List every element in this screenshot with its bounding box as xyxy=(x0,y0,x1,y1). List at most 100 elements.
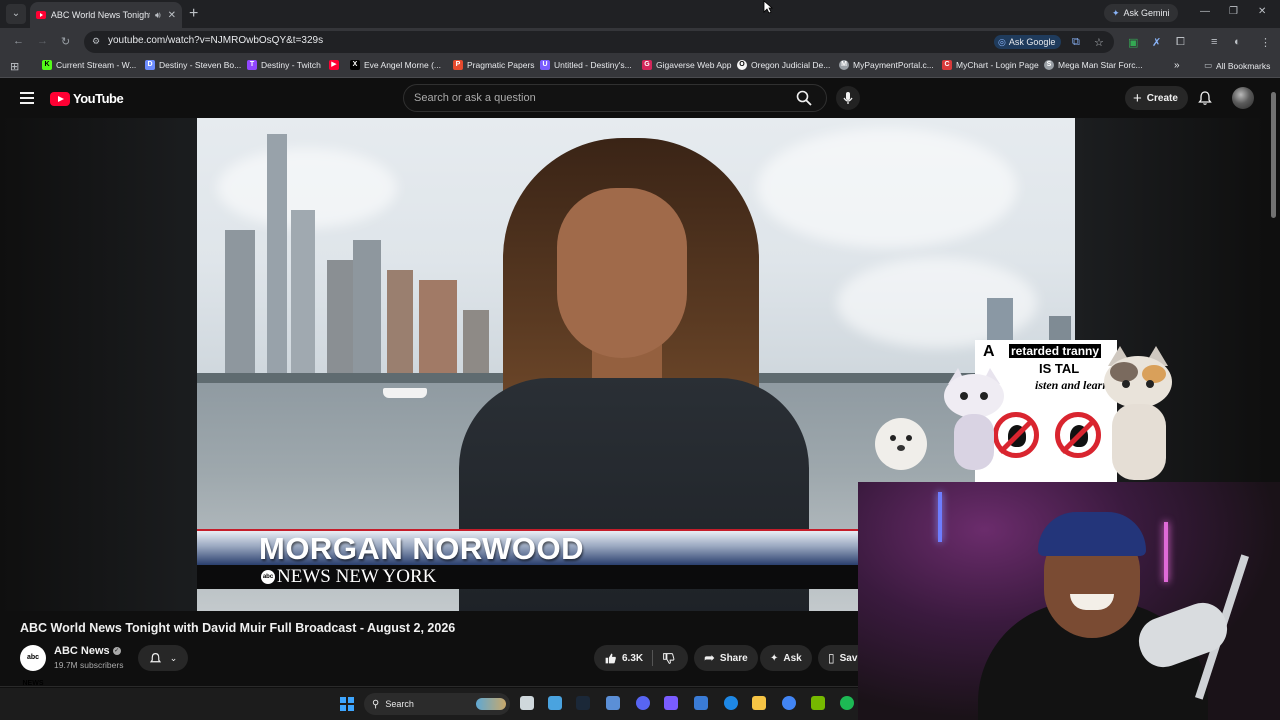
bookmark-item[interactable]: D Destiny - Steven Bo... xyxy=(145,60,241,70)
twitch-icon: T xyxy=(247,60,257,70)
oregon-judicial-icon: O xyxy=(737,60,747,70)
edge-icon[interactable] xyxy=(724,696,738,710)
channel-name[interactable]: ABC News ✓ xyxy=(54,645,121,657)
bookmark-item[interactable]: P Pragmatic Papers xyxy=(453,60,535,70)
bookmark-item[interactable]: C MyChart - Login Page xyxy=(942,60,1039,70)
new-tab-button[interactable]: + xyxy=(189,4,198,24)
all-bookmarks-button[interactable]: ▭ All Bookmarks xyxy=(1204,60,1270,71)
bookmark-item[interactable]: G Gigaverse Web App xyxy=(642,60,731,70)
youtube-play-icon xyxy=(50,91,70,106)
youtube-icon: ▶ xyxy=(329,60,339,70)
steam-icon[interactable] xyxy=(576,696,590,710)
bookmark-item[interactable]: O Oregon Judicial De... xyxy=(737,60,830,70)
search-box[interactable] xyxy=(403,84,827,112)
apps-grid-icon[interactable]: ⊞ xyxy=(10,60,19,73)
ask-google-label: Ask Google xyxy=(1008,37,1056,47)
nvidia-icon[interactable] xyxy=(811,696,825,710)
file-explorer-icon[interactable] xyxy=(752,696,766,710)
extensions-puzzle-icon[interactable]: ⧠ xyxy=(1176,36,1185,49)
channel-avatar[interactable]: abc NEWS xyxy=(20,645,46,687)
youtube-favicon-icon xyxy=(36,11,46,19)
photos-icon[interactable] xyxy=(606,696,620,710)
extension-green-icon[interactable]: ▣ xyxy=(1128,36,1138,49)
subscriber-count: 19.7M subscribers xyxy=(54,660,124,670)
back-arrow-icon[interactable]: ← xyxy=(13,35,24,47)
minimize-icon[interactable]: — xyxy=(1200,6,1210,17)
bookmarks-bar: ⊞ K Current Stream - W... D Destiny - Stev… xyxy=(0,56,1280,78)
bookmark-item[interactable]: ▶ xyxy=(329,60,339,70)
lower-third-name: MORGAN NORWOOD xyxy=(259,531,585,566)
bookmark-item[interactable]: U Untitled - Destiny's... xyxy=(540,60,632,70)
bookmark-item[interactable]: X Eve Angel Morne (... xyxy=(350,60,441,70)
task-view-icon[interactable] xyxy=(520,696,534,710)
youtube-wordmark: YouTube xyxy=(73,91,124,106)
bookmark-item[interactable]: M MyPaymentPortal.c... xyxy=(839,60,934,70)
share-button[interactable]: ➦ Share xyxy=(694,645,758,671)
profile-icon[interactable]: ◐ xyxy=(1234,36,1241,48)
like-dislike-group: 6.3K xyxy=(594,645,688,671)
spotify-icon[interactable] xyxy=(840,696,854,710)
tab-audio-icon[interactable]: 🔊︎ xyxy=(155,10,161,21)
globe-icon: M xyxy=(839,60,849,70)
forward-arrow-icon[interactable]: → xyxy=(37,35,48,47)
address-bar[interactable]: ⚙ youtube.com/watch?v=NJMROwbOsQY&t=329s… xyxy=(84,31,1114,53)
tab-search-button[interactable]: ⌄ xyxy=(6,4,26,24)
windows-start-icon[interactable] xyxy=(340,697,354,711)
ask-gemini-button[interactable]: ✦ Ask Gemini xyxy=(1104,4,1178,22)
translate-icon[interactable]: ⧉ xyxy=(1072,36,1080,49)
reload-icon[interactable]: ↻ xyxy=(61,35,70,48)
youtube-logo[interactable]: YouTube xyxy=(50,91,124,106)
page-scrollbar-thumb[interactable] xyxy=(1271,92,1276,218)
ask-gemini-label: Ask Gemini xyxy=(1123,8,1170,18)
news-lower-third: MORGAN NORWOOD abc NEWS NEW YORK xyxy=(197,529,858,593)
like-count: 6.3K xyxy=(622,652,644,664)
bookmark-item[interactable]: T Destiny - Twitch xyxy=(247,60,321,70)
search-input[interactable] xyxy=(414,90,784,106)
extension-blue-icon[interactable]: ✗ xyxy=(1152,36,1161,49)
lower-third-location: NEWS NEW YORK xyxy=(277,566,437,587)
voice-search-button[interactable] xyxy=(836,86,860,110)
restore-icon[interactable]: ❐ xyxy=(1229,6,1238,17)
chevron-down-icon: ⌄ xyxy=(169,652,178,663)
save-button[interactable]: ▯ Sav xyxy=(818,645,858,671)
abc-logo: abc xyxy=(261,570,275,584)
bookmark-item[interactable]: K Current Stream - W... xyxy=(42,60,136,70)
white-dog-sticker-icon xyxy=(875,418,927,470)
search-icon[interactable] xyxy=(796,90,812,106)
create-button[interactable]: + Create xyxy=(1125,86,1188,110)
mouse-cursor-icon xyxy=(763,0,773,14)
window-close-icon[interactable]: ✕ xyxy=(1258,6,1266,17)
widgets-icon[interactable] xyxy=(548,696,562,710)
vpn-icon[interactable] xyxy=(694,696,708,710)
microphone-icon xyxy=(843,92,853,104)
globe-icon: S xyxy=(1044,60,1054,70)
chrome-icon[interactable] xyxy=(782,696,796,710)
taskbar-search-icon: ⚲ xyxy=(372,698,380,710)
taskbar-search[interactable]: ⚲ Search xyxy=(364,693,510,715)
bookmark-item[interactable]: S Mega Man Star Forc... xyxy=(1044,60,1143,70)
bell-icon xyxy=(149,652,161,662)
menu-hamburger-icon[interactable] xyxy=(20,92,34,107)
save-label: Sav xyxy=(839,652,858,664)
address-url[interactable]: youtube.com/watch?v=NJMROwbOsQY&t=329s xyxy=(108,35,323,46)
obsidian-icon[interactable] xyxy=(664,696,678,710)
subscription-bell-button[interactable]: ⌄ xyxy=(138,645,188,671)
tab-close-icon[interactable]: ✕ xyxy=(168,10,176,21)
video-title: ABC World News Tonight with David Muir F… xyxy=(20,621,456,635)
thumbs-down-icon[interactable] xyxy=(662,652,675,665)
browser-tab-active[interactable]: ABC World News Tonight w 🔊︎ ✕ xyxy=(30,2,182,28)
channel-name-label[interactable]: ABC News xyxy=(54,645,110,657)
ask-button[interactable]: ✦ Ask xyxy=(760,645,812,671)
more-bookmarks-button[interactable]: » xyxy=(1174,60,1180,71)
like-button[interactable]: 6.3K xyxy=(604,652,643,665)
account-avatar[interactable] xyxy=(1232,87,1254,109)
discord-icon[interactable] xyxy=(636,696,650,710)
site-info-icon[interactable]: ⚙ xyxy=(92,36,104,48)
youtube-header: YouTube + Create xyxy=(0,78,1280,118)
media-controls-icon[interactable]: ≡ xyxy=(1211,36,1217,48)
ask-google-button[interactable]: ◎ Ask Google xyxy=(994,35,1062,49)
verified-check-icon: ✓ xyxy=(112,647,121,655)
notifications-bell-icon[interactable] xyxy=(1197,90,1213,106)
browser-menu-icon[interactable]: ⋮ xyxy=(1260,36,1271,49)
bookmark-star-icon[interactable]: ☆ xyxy=(1094,36,1104,49)
